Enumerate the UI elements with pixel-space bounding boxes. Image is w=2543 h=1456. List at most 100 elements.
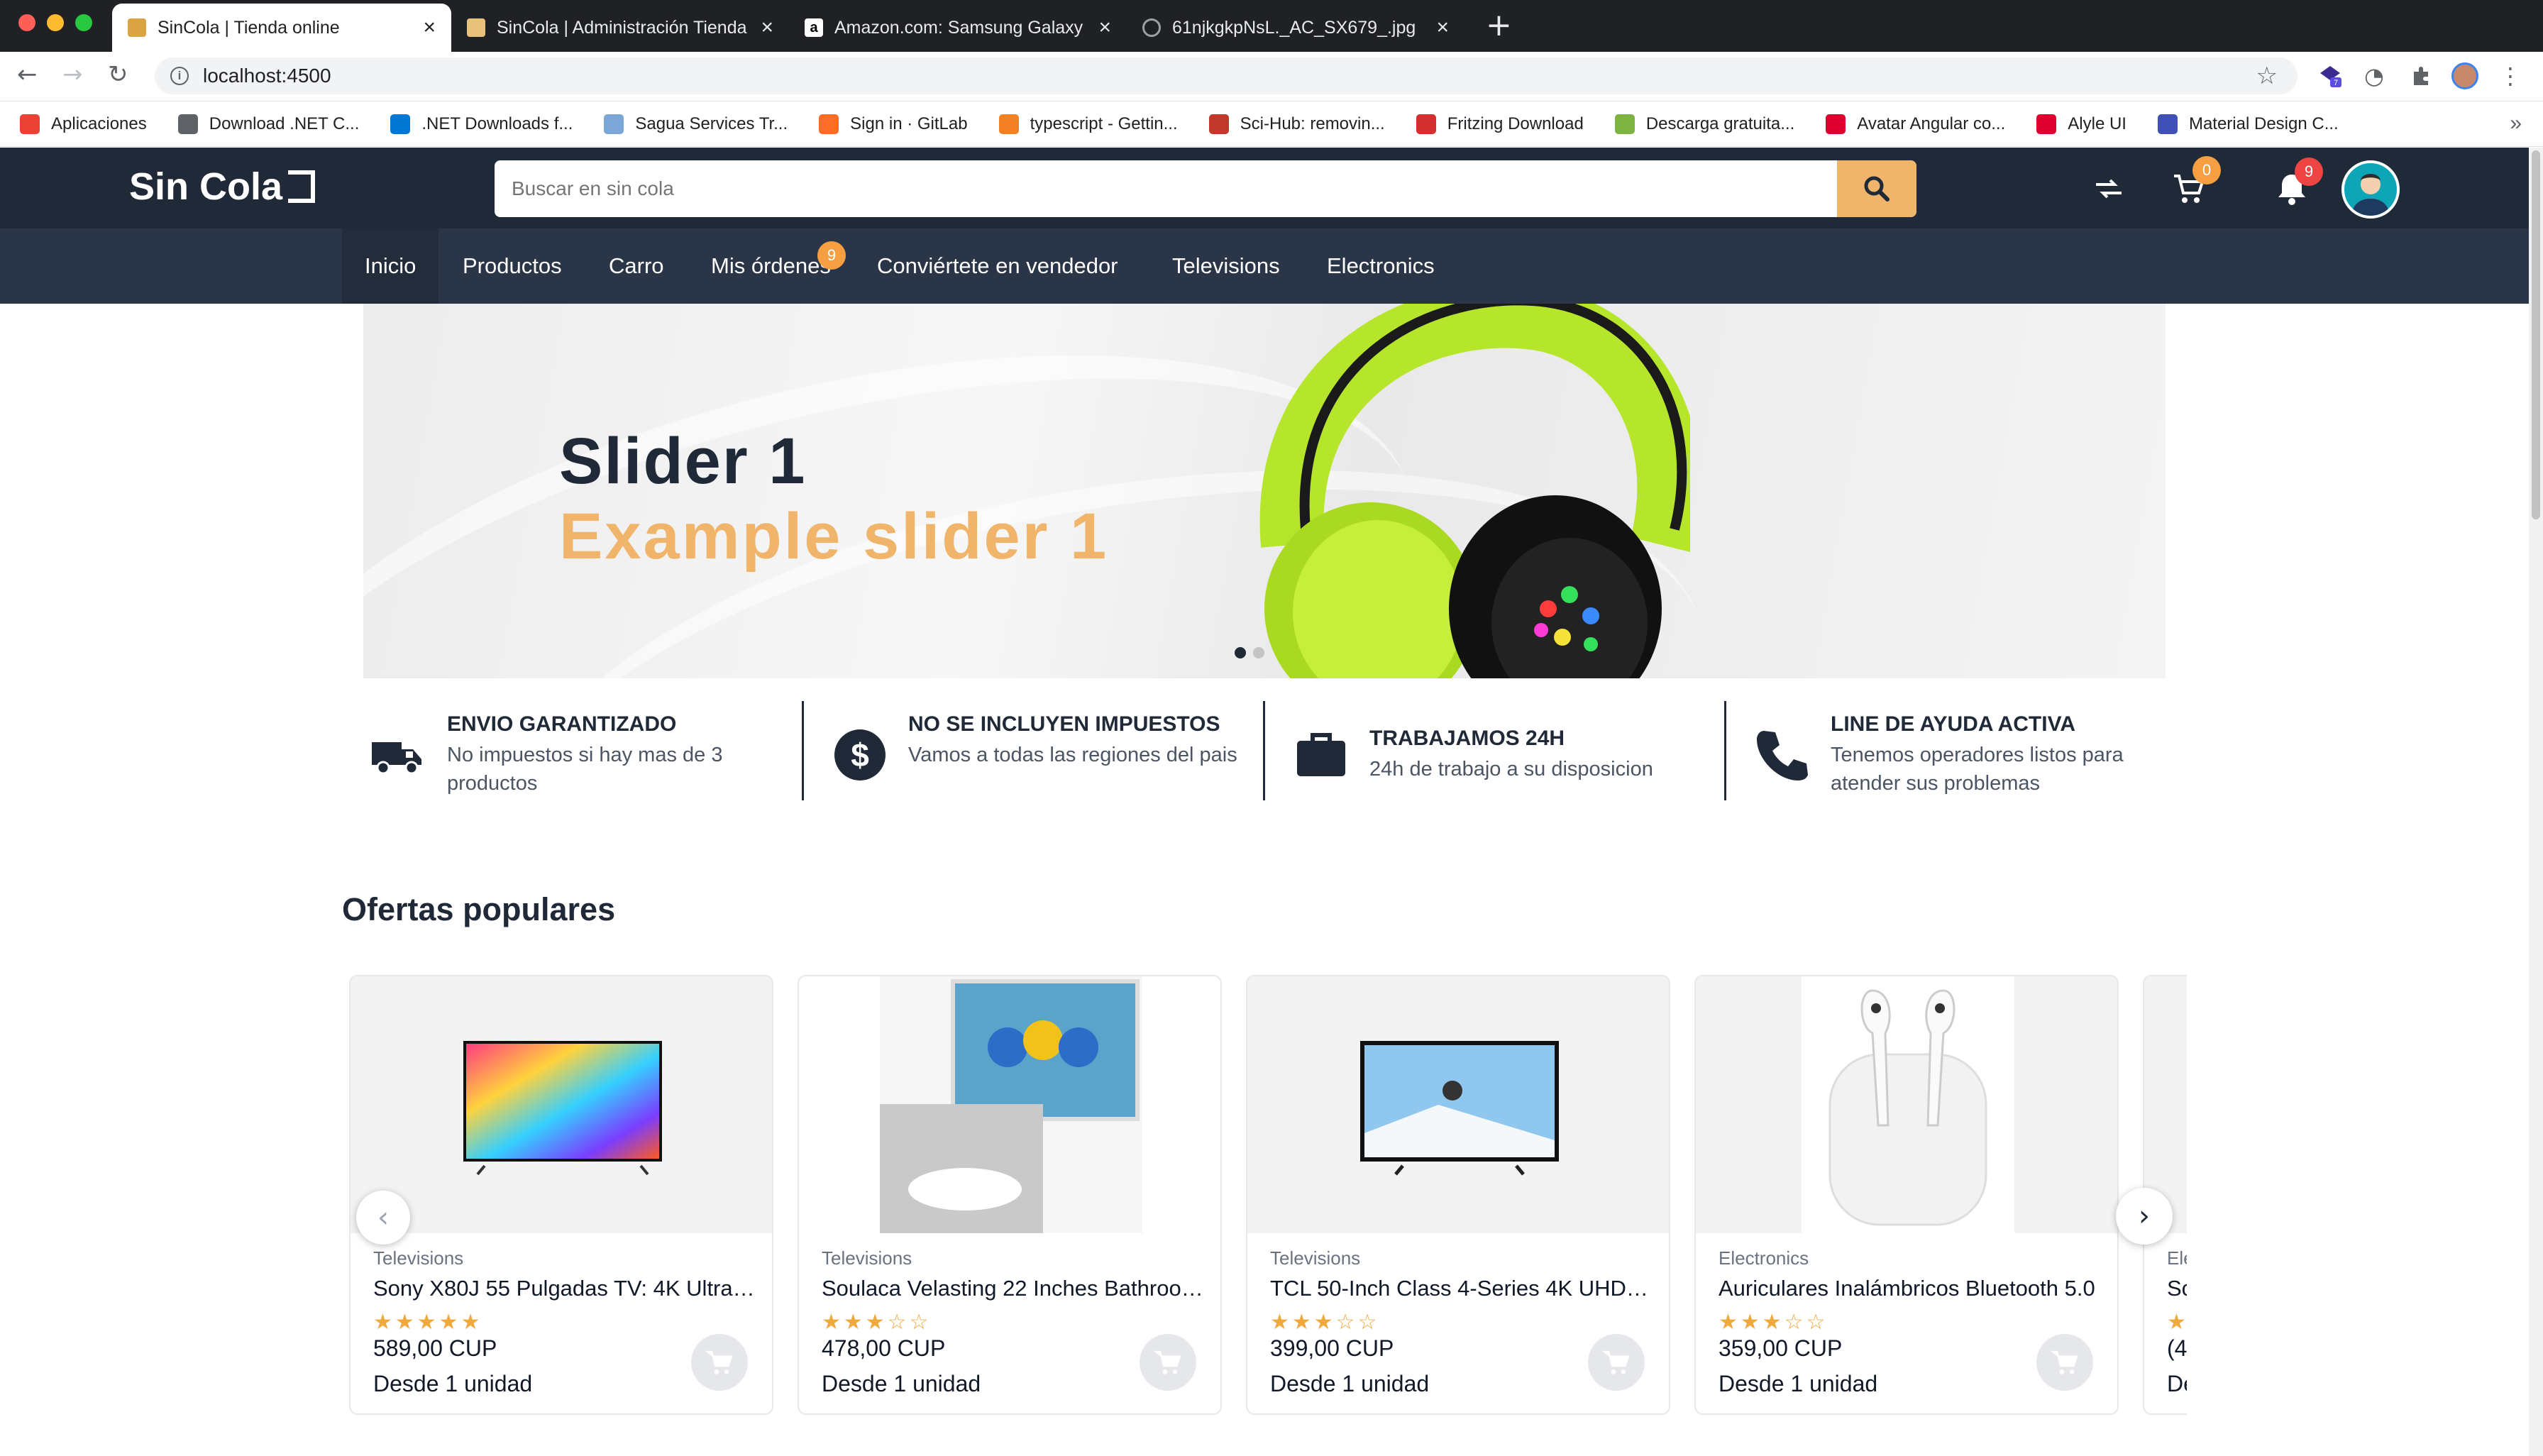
product-name[interactable]: Sony X80J 55 Pulgadas TV: 4K Ultra HD bbox=[373, 1276, 756, 1301]
stackoverflow-icon bbox=[998, 114, 1019, 134]
nav-item-inicio[interactable]: Inicio bbox=[342, 228, 439, 304]
bookmark-item[interactable]: Material Design C... bbox=[2157, 114, 2339, 134]
site-info-icon[interactable]: i bbox=[170, 67, 189, 85]
slider-subtitle: Example slider 1 bbox=[559, 500, 1109, 573]
close-tab-icon[interactable]: × bbox=[423, 16, 436, 40]
bookmark-item[interactable]: Aplicaciones bbox=[20, 114, 147, 134]
bookmark-item[interactable]: Sci-Hub: removin... bbox=[1208, 114, 1385, 134]
slider-dot[interactable] bbox=[1253, 647, 1264, 658]
user-avatar[interactable] bbox=[2341, 160, 2400, 219]
product-card[interactable]: Televisions Sony X80J 55 Pulgadas TV: 4K… bbox=[349, 975, 773, 1415]
bookmark-label: Sign in · GitLab bbox=[850, 114, 968, 133]
nav-item-televisions[interactable]: Televisions bbox=[1149, 228, 1303, 304]
product-price: 478,00 CUP bbox=[822, 1335, 946, 1361]
scrollbar-thumb[interactable] bbox=[2532, 150, 2540, 519]
profile-avatar[interactable] bbox=[2451, 62, 2479, 90]
nav-item-productos[interactable]: Productos bbox=[440, 228, 585, 304]
bookmark-item[interactable]: Descarga gratuita... bbox=[1614, 114, 1794, 134]
bookmark-item[interactable]: typescript - Gettin... bbox=[998, 114, 1178, 134]
apps-grid-icon bbox=[20, 114, 40, 134]
close-tab-icon[interactable]: × bbox=[1436, 16, 1449, 40]
product-category: Electronics bbox=[1719, 1247, 1809, 1269]
page-scrollbar[interactable] bbox=[2529, 148, 2543, 1456]
svg-text:7: 7 bbox=[2334, 79, 2338, 87]
bookmark-item[interactable]: Sagua Services Tr... bbox=[604, 114, 788, 134]
bookmark-item[interactable]: Avatar Angular co... bbox=[1826, 114, 2005, 134]
nav-item-carro[interactable]: Carro bbox=[586, 228, 687, 304]
product-image bbox=[351, 976, 772, 1233]
carousel-next-button[interactable]: › bbox=[2116, 1188, 2173, 1245]
product-name[interactable]: Soulaca Velasting 22 Inches Bathroom TV bbox=[822, 1276, 1205, 1301]
product-card[interactable]: Televisions TCL 50-Inch Class 4-Series 4… bbox=[1246, 975, 1670, 1415]
site-header: Sin Cola 0 9 bbox=[0, 148, 2529, 228]
bookmark-label: Avatar Angular co... bbox=[1857, 114, 2006, 133]
bookmark-label: Aplicaciones bbox=[51, 114, 147, 133]
bookmarks-overflow-button[interactable]: » bbox=[2510, 111, 2522, 136]
product-unit: De bbox=[2167, 1371, 2187, 1396]
add-to-cart-button[interactable] bbox=[2036, 1334, 2093, 1391]
nav-item-electronics[interactable]: Electronics bbox=[1304, 228, 1457, 304]
back-icon[interactable]: ← bbox=[17, 60, 38, 89]
feature-item: $ NO SE INCLUYEN IMPUESTOS Vamos a todas… bbox=[824, 701, 1275, 807]
slider-title: Slider 1 bbox=[559, 425, 807, 497]
compare-icon[interactable] bbox=[2089, 169, 2129, 209]
window-minimize-button[interactable] bbox=[47, 14, 64, 31]
extensions-puzzle-icon[interactable] bbox=[2407, 62, 2435, 90]
product-image bbox=[799, 976, 1220, 1233]
phone-icon bbox=[1757, 731, 1808, 781]
window-close-button[interactable] bbox=[18, 14, 35, 31]
extension-badge-icon[interactable]: 7 bbox=[2316, 62, 2344, 90]
feature-title: LINE DE AYUDA ACTIVA bbox=[1831, 712, 2076, 736]
browser-toolbar: ← → ↻ i localhost:4500 ☆ 7 ◔ ⋮ bbox=[0, 52, 2543, 101]
product-card[interactable]: Televisions Soulaca Velasting 22 Inches … bbox=[798, 975, 1222, 1415]
bookmark-label: Material Design C... bbox=[2188, 114, 2339, 133]
tab-title: Amazon.com: Samsung Galaxy bbox=[834, 17, 1083, 38]
divider bbox=[1263, 701, 1265, 800]
browser-tab[interactable]: SinCola | Administración Tienda × bbox=[451, 4, 789, 52]
bookmark-label: Fritzing Download bbox=[1447, 114, 1584, 133]
nav-item-vendedor[interactable]: Conviértete en vendedor bbox=[854, 228, 1141, 304]
product-card[interactable]: Electronics Auriculares Inalámbricos Blu… bbox=[1694, 975, 2119, 1415]
browser-tab-active[interactable]: SinCola | Tienda online × bbox=[112, 4, 451, 52]
bookmark-star-icon[interactable]: ☆ bbox=[2256, 62, 2278, 90]
browser-menu-icon[interactable]: ⋮ bbox=[2496, 62, 2525, 90]
section-title: Ofertas populares bbox=[342, 891, 616, 927]
new-tab-button[interactable]: + bbox=[1486, 7, 1512, 43]
hero-slider[interactable]: Slider 1 Example slider 1 bbox=[363, 304, 2166, 678]
browser-tab[interactable]: a Amazon.com: Samsung Galaxy × bbox=[789, 4, 1127, 52]
browser-tab[interactable]: 61njkgkpNsL._AC_SX679_.jpg × bbox=[1127, 4, 1464, 52]
close-tab-icon[interactable]: × bbox=[1098, 16, 1111, 40]
product-name[interactable]: Sc bbox=[2167, 1276, 2187, 1301]
bookmark-item[interactable]: Sign in · GitLab bbox=[819, 114, 968, 134]
bookmark-item[interactable]: Alyle UI bbox=[2036, 114, 2126, 134]
bookmark-item[interactable]: Download .NET C... bbox=[177, 114, 359, 134]
cart-icon bbox=[705, 1350, 733, 1374]
search-button[interactable] bbox=[1837, 160, 1916, 217]
product-image bbox=[1696, 976, 2117, 1233]
bookmarks-bar: Aplicaciones Download .NET C... .NET Downl… bbox=[0, 101, 2543, 147]
sincola-favicon-icon bbox=[128, 18, 146, 37]
site-logo[interactable]: Sin Cola bbox=[129, 165, 316, 209]
forward-icon[interactable]: → bbox=[62, 60, 83, 89]
carousel-prev-button[interactable]: ‹ bbox=[356, 1191, 410, 1245]
notifications-count-badge: 9 bbox=[2295, 158, 2323, 186]
search-input[interactable] bbox=[495, 160, 1837, 217]
slider-dot[interactable] bbox=[1235, 647, 1246, 658]
close-tab-icon[interactable]: × bbox=[761, 16, 773, 40]
window-zoom-button[interactable] bbox=[75, 14, 92, 31]
timer-extension-icon[interactable]: ◔ bbox=[2360, 62, 2388, 90]
orders-count-badge: 9 bbox=[817, 241, 846, 270]
bookmark-item[interactable]: Fritzing Download bbox=[1416, 114, 1584, 134]
tab-title: SinCola | Administración Tienda bbox=[497, 17, 747, 38]
add-to-cart-button[interactable] bbox=[691, 1334, 748, 1391]
product-name[interactable]: TCL 50-Inch Class 4-Series 4K UHD Smart … bbox=[1270, 1276, 1653, 1301]
reload-icon[interactable]: ↻ bbox=[108, 60, 128, 89]
bookmark-item[interactable]: .NET Downloads f... bbox=[390, 114, 573, 134]
cart-icon bbox=[1602, 1350, 1630, 1374]
add-to-cart-button[interactable] bbox=[1140, 1334, 1196, 1391]
feature-item: TRABAJAMOS 24H 24h de trabajo a su dispo… bbox=[1286, 701, 1736, 807]
address-bar[interactable]: i localhost:4500 ☆ bbox=[155, 57, 2297, 94]
product-name[interactable]: Auriculares Inalámbricos Bluetooth 5.0 bbox=[1719, 1276, 2102, 1301]
add-to-cart-button[interactable] bbox=[1588, 1334, 1645, 1391]
divider bbox=[1724, 701, 1726, 800]
